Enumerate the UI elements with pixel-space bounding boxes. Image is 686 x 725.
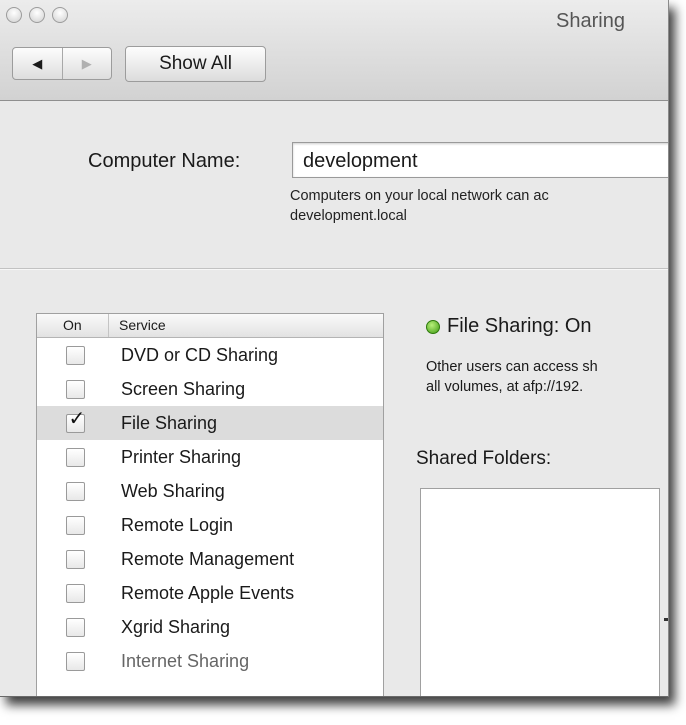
service-checkbox-cell: [37, 447, 113, 467]
forward-button[interactable]: ▶: [61, 48, 112, 79]
service-checkbox[interactable]: [65, 481, 85, 501]
sharing-status-text: File Sharing: On: [447, 315, 592, 337]
services-list: On Service DVD or CD Sharing Screen Shari…: [36, 313, 384, 696]
service-checkbox[interactable]: [65, 447, 85, 467]
computer-name-help: Computers on your local network can ac d…: [290, 186, 549, 226]
service-row[interactable]: Xgrid Sharing: [37, 610, 383, 644]
back-button[interactable]: ◀: [13, 48, 62, 79]
checkmark-icon: ✓: [68, 407, 86, 430]
service-checkbox[interactable]: [65, 379, 85, 399]
sharing-description: Other users can access sh all volumes, a…: [426, 357, 598, 397]
service-row[interactable]: Remote Login: [37, 508, 383, 542]
service-checkbox[interactable]: [65, 345, 85, 365]
service-row[interactable]: Screen Sharing: [37, 372, 383, 406]
show-all-button[interactable]: Show All: [125, 46, 266, 82]
service-row[interactable]: Internet Sharing: [37, 644, 383, 678]
service-checkbox-cell: [37, 379, 113, 399]
service-label: Screen Sharing: [121, 378, 246, 399]
service-label: Remote Apple Events: [121, 582, 295, 603]
service-row[interactable]: Remote Apple Events: [37, 576, 383, 610]
service-row[interactable]: DVD or CD Sharing: [37, 338, 383, 372]
close-window-button[interactable]: [6, 7, 22, 23]
back-arrow-icon: ◀: [32, 55, 43, 71]
service-checkbox-cell: [37, 549, 113, 569]
shared-folders-list[interactable]: [420, 488, 660, 696]
service-row[interactable]: Remote Management: [37, 542, 383, 576]
sharing-description-line: Other users can access sh: [426, 359, 598, 375]
section-divider: [0, 268, 668, 270]
services-list-header: On Service: [37, 314, 383, 338]
service-label: Remote Login: [121, 514, 234, 535]
status-indicator-icon: [426, 320, 440, 334]
service-label: DVD or CD Sharing: [121, 344, 279, 365]
service-checkbox: [65, 651, 85, 671]
sharing-window: Sharing ◀ ▶ Show All Computer Name: deve…: [0, 0, 669, 697]
service-row[interactable]: Printer Sharing: [37, 440, 383, 474]
service-label: Xgrid Sharing: [121, 616, 231, 637]
minimize-window-button[interactable]: [29, 7, 45, 23]
forward-arrow-icon: ▶: [81, 55, 92, 71]
service-checkbox-cell: [37, 651, 113, 671]
on-column-header[interactable]: On: [37, 314, 109, 337]
computer-name-label: Computer Name:: [88, 150, 241, 172]
service-checkbox-cell: [37, 617, 113, 637]
service-checkbox-cell: ✓: [37, 409, 113, 433]
service-column-header[interactable]: Service: [109, 314, 166, 337]
service-checkbox[interactable]: [65, 549, 85, 569]
service-row[interactable]: Web Sharing: [37, 474, 383, 508]
computer-name-field[interactable]: development: [292, 142, 668, 178]
zoom-window-button[interactable]: [52, 7, 68, 23]
window-title: Sharing: [556, 10, 625, 32]
service-checkbox[interactable]: [65, 617, 85, 637]
toolbar: Sharing ◀ ▶ Show All: [0, 0, 668, 101]
service-checkbox[interactable]: ✓: [65, 409, 85, 433]
computer-name-help-line: Computers on your local network can ac: [290, 188, 549, 204]
service-label: Internet Sharing: [121, 650, 250, 671]
service-checkbox[interactable]: [65, 583, 85, 603]
services-rows: DVD or CD Sharing Screen Sharing ✓ File Sha…: [37, 338, 383, 678]
service-checkbox-cell: [37, 515, 113, 535]
service-checkbox-cell: [37, 345, 113, 365]
sharing-address-line: all volumes, at afp://192.: [426, 379, 584, 395]
back-forward-control: ◀ ▶: [12, 47, 112, 80]
service-label: Web Sharing: [121, 480, 225, 501]
column-resize-handle[interactable]: [664, 618, 668, 621]
shared-folders-label: Shared Folders:: [416, 448, 552, 469]
local-hostname: development.local: [290, 208, 407, 224]
service-checkbox-cell: [37, 481, 113, 501]
service-label: Printer Sharing: [121, 446, 242, 467]
service-row[interactable]: ✓ File Sharing: [37, 406, 383, 440]
service-label: File Sharing: [121, 412, 218, 433]
service-label: Remote Management: [121, 548, 295, 569]
service-checkbox[interactable]: [65, 515, 85, 535]
service-checkbox-cell: [37, 583, 113, 603]
